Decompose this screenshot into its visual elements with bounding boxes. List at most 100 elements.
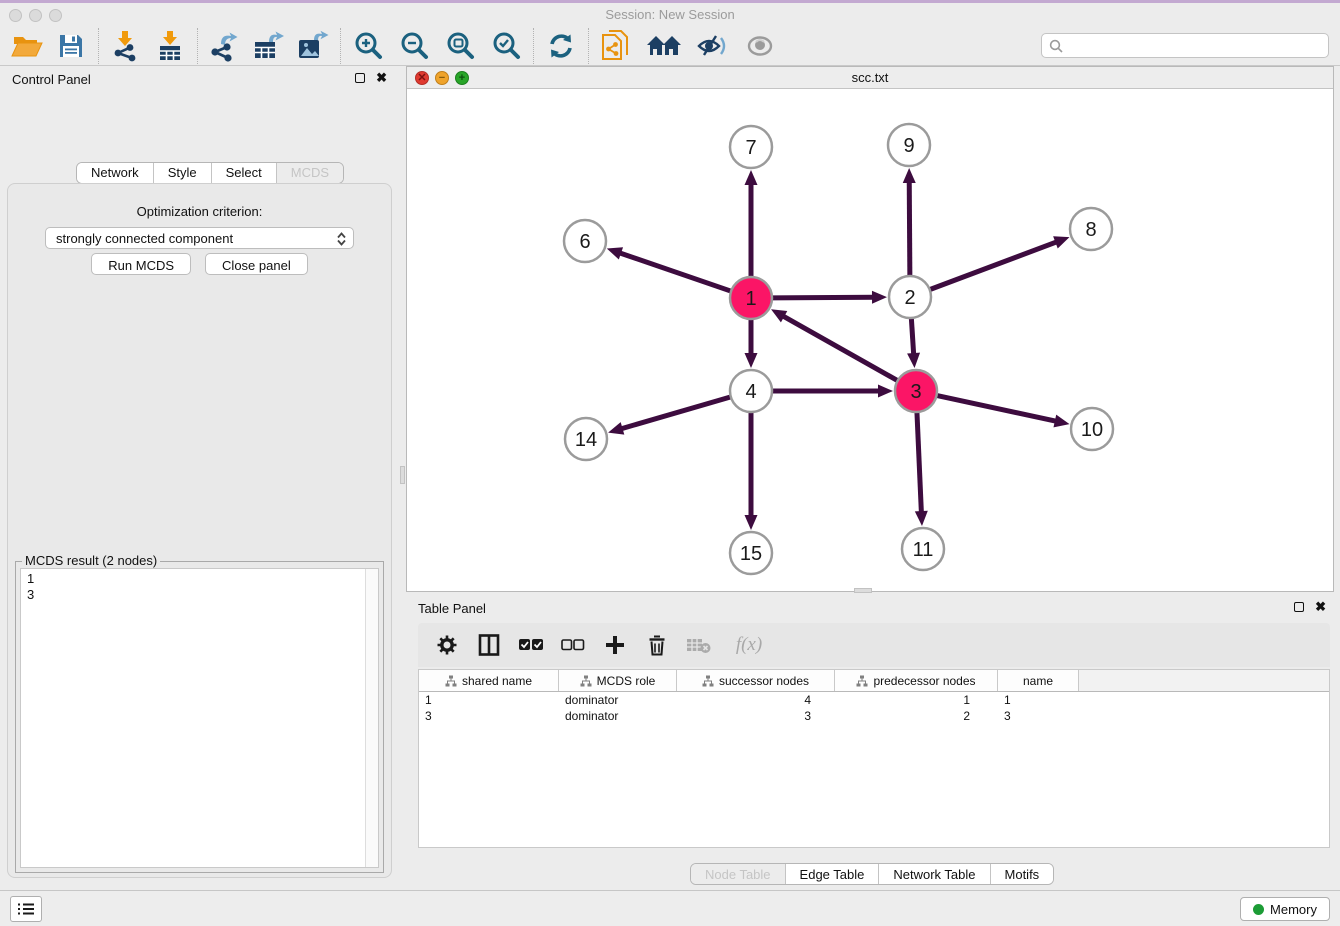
import-network-icon[interactable] (107, 28, 145, 64)
tab-node-table[interactable]: Node Table (691, 864, 786, 884)
import-table-icon[interactable] (151, 28, 189, 64)
zoom-in-icon[interactable] (349, 28, 387, 64)
graph-edge-2-8[interactable] (930, 236, 1070, 289)
table-row[interactable]: 3 dominator 3 2 3 (419, 708, 1329, 724)
zoom-selected-icon[interactable] (487, 28, 525, 64)
run-mcds-button[interactable]: Run MCDS (91, 253, 191, 275)
cell-shared-name[interactable]: 1 (419, 692, 559, 708)
search-input[interactable] (1064, 36, 1328, 56)
control-panel: Control Panel ✖ Network Style Select MCD… (0, 66, 399, 888)
cell-mcds-role[interactable]: dominator (559, 692, 677, 708)
graph-edge-4-15[interactable] (745, 412, 758, 530)
tab-network-table[interactable]: Network Table (879, 864, 990, 884)
memory-button[interactable]: Memory (1240, 897, 1330, 921)
graph-node-1[interactable]: 1 (730, 277, 772, 319)
graph-edge-1-2[interactable] (772, 291, 887, 304)
graph-edge-1-6[interactable] (607, 247, 731, 291)
table-settings-gear-icon[interactable] (434, 632, 460, 658)
tab-edge-table[interactable]: Edge Table (786, 864, 880, 884)
cell-successor-nodes[interactable]: 4 (677, 692, 835, 708)
cell-successor-nodes[interactable]: 3 (677, 708, 835, 724)
graph-node-15[interactable]: 15 (730, 532, 772, 574)
unselect-all-columns-icon[interactable] (560, 632, 586, 658)
column-header-mcds-role[interactable]: MCDS role (559, 670, 677, 691)
graph-node-6[interactable]: 6 (564, 220, 606, 262)
close-panel-button[interactable]: Close panel (205, 253, 308, 275)
graph-edge-1-7[interactable] (745, 170, 758, 277)
control-panel-close-button[interactable]: ✖ (376, 70, 387, 86)
graph-node-8[interactable]: 8 (1070, 208, 1112, 250)
graph-node-11[interactable]: 11 (902, 528, 944, 570)
split-columns-icon[interactable] (476, 632, 502, 658)
hide-selected-eye-icon[interactable] (693, 28, 731, 64)
memory-status-dot (1253, 904, 1264, 915)
optimization-criterion-dropdown[interactable]: strongly connected component (45, 227, 354, 249)
table-tabs: Node Table Edge Table Network Table Moti… (690, 863, 1054, 885)
cell-name[interactable]: 1 (998, 692, 1079, 708)
refresh-icon[interactable] (542, 28, 580, 64)
graph-edge-2-3[interactable] (907, 318, 920, 368)
optimization-criterion-label: Optimization criterion: (8, 204, 391, 219)
network-canvas[interactable]: 1 2 3 4 6 7 8 9 10 11 14 15 (407, 89, 1333, 591)
delete-table-icon[interactable] (686, 632, 712, 658)
table-panel-float-button[interactable] (1294, 602, 1304, 612)
network-view-window: ✕ − + scc.txt 1 2 3 4 6 7 8 9 10 11 14 15 (406, 66, 1334, 592)
graph-edge-4-3[interactable] (772, 385, 893, 398)
network-file-icon[interactable] (597, 28, 635, 64)
show-all-eye-icon[interactable] (741, 28, 779, 64)
graph-node-14[interactable]: 14 (565, 418, 607, 460)
graph-edge-1-4[interactable] (745, 319, 758, 368)
graph-node-3[interactable]: 3 (895, 370, 937, 412)
graph-edge-3-1[interactable] (771, 309, 898, 380)
zoom-out-icon[interactable] (395, 28, 433, 64)
cell-mcds-role[interactable]: dominator (559, 708, 677, 724)
status-bar: Memory (0, 890, 1340, 926)
graph-edge-2-9[interactable] (903, 168, 916, 276)
column-type-icon (702, 675, 714, 687)
export-table-icon[interactable] (250, 28, 288, 64)
column-header-successor-nodes[interactable]: successor nodes (677, 670, 835, 691)
cell-name[interactable]: 3 (998, 708, 1079, 724)
save-session-icon[interactable] (52, 28, 90, 64)
open-session-icon[interactable] (8, 28, 46, 64)
export-image-icon[interactable] (294, 28, 332, 64)
cell-shared-name[interactable]: 3 (419, 708, 559, 724)
graph-node-10[interactable]: 10 (1071, 408, 1113, 450)
add-column-icon[interactable] (602, 632, 628, 658)
dropdown-value: strongly connected component (56, 231, 233, 246)
export-network-icon[interactable] (206, 28, 244, 64)
mcds-result-text[interactable]: 1 3 (20, 568, 379, 868)
graph-node-9[interactable]: 9 (888, 124, 930, 166)
select-all-columns-icon[interactable] (518, 632, 544, 658)
network-window-titlebar[interactable]: ✕ − + scc.txt (407, 67, 1333, 89)
home-icon[interactable] (645, 28, 683, 64)
graph-edge-3-11[interactable] (915, 412, 928, 526)
splitter-grip-vertical[interactable] (400, 466, 405, 484)
graph-edge-3-10[interactable] (937, 395, 1070, 427)
table-panel-close-button[interactable]: ✖ (1315, 599, 1326, 615)
table-row[interactable]: 1 dominator 4 1 1 (419, 692, 1329, 708)
graph-node-7[interactable]: 7 (730, 126, 772, 168)
delete-column-trash-icon[interactable] (644, 632, 670, 658)
column-header-shared-name[interactable]: shared name (419, 670, 559, 691)
zoom-fit-icon[interactable] (441, 28, 479, 64)
search-box[interactable] (1041, 33, 1329, 58)
control-panel-float-button[interactable] (355, 73, 365, 83)
window-title: Session: New Session (0, 7, 1340, 22)
tab-style[interactable]: Style (154, 163, 212, 183)
column-header-predecessor-nodes[interactable]: predecessor nodes (835, 670, 998, 691)
splitter-grip-horizontal[interactable] (854, 588, 872, 593)
column-header-name[interactable]: name (998, 670, 1079, 691)
tab-select[interactable]: Select (212, 163, 277, 183)
task-history-button[interactable] (10, 896, 42, 922)
tab-mcds[interactable]: MCDS (277, 163, 343, 183)
tab-network[interactable]: Network (77, 163, 154, 183)
graph-node-4[interactable]: 4 (730, 370, 772, 412)
cell-predecessor-nodes[interactable]: 2 (835, 708, 998, 724)
function-builder-icon[interactable]: f(x) (728, 632, 770, 658)
cell-predecessor-nodes[interactable]: 1 (835, 692, 998, 708)
graph-node-2[interactable]: 2 (889, 276, 931, 318)
result-scrollbar[interactable] (365, 569, 378, 867)
tab-motifs[interactable]: Motifs (991, 864, 1054, 884)
graph-edge-4-14[interactable] (608, 397, 731, 435)
